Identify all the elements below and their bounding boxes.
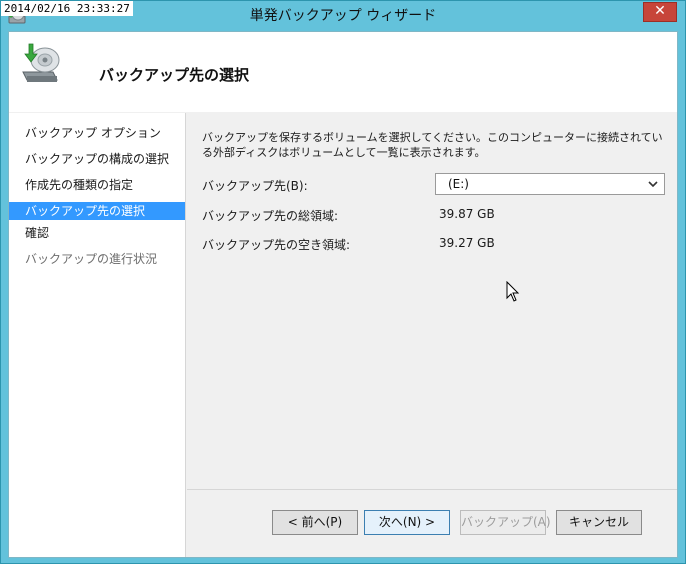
nav-item-destination-type[interactable]: 作成先の種類の指定 — [9, 176, 185, 194]
destination-label: バックアップ先(B): — [202, 179, 308, 193]
nav-item-backup-options[interactable]: バックアップ オプション — [9, 124, 185, 142]
chevron-down-icon — [648, 181, 658, 188]
page-title: バックアップ先の選択 — [99, 66, 250, 84]
nav-item-backup-progress: バックアップの進行状況 — [25, 252, 158, 266]
destination-select[interactable]: (E:) — [435, 173, 665, 195]
footer-divider — [187, 489, 677, 490]
total-space-value: 39.87 GB — [439, 207, 495, 221]
backup-button: バックアップ(A) — [460, 510, 551, 535]
title-bar[interactable]: 単発バックアップ ウィザード ✕ 2014/02/16 23:33:27 — [1, 1, 685, 31]
nav-item-backup-configuration[interactable]: バックアップの構成の選択 — [9, 150, 185, 168]
total-space-label: バックアップ先の総領域: — [202, 209, 339, 223]
destination-selected-value: (E:) — [448, 177, 469, 191]
mouse-pointer-icon — [506, 281, 520, 302]
wizard-nav: バックアップ オプション バックアップの構成の選択 作成先の種類の指定 バックア… — [9, 113, 186, 557]
nav-item-select-destination[interactable]: バックアップ先の選択 — [9, 202, 185, 220]
wizard-main: バックアップを保存するボリュームを選択してください。このコンピューターに接続され… — [187, 113, 677, 557]
back-button[interactable]: < 前へ(P) — [272, 510, 358, 535]
close-button[interactable]: ✕ — [643, 2, 677, 22]
free-space-value: 39.27 GB — [439, 236, 495, 250]
free-space-label: バックアップ先の空き領域: — [202, 238, 351, 252]
backup-drive-icon — [22, 43, 60, 82]
wizard-content: バックアップ先の選択 バックアップ オプション バックアップの構成の選択 作成先… — [8, 31, 678, 558]
next-button[interactable]: 次へ(N) > — [364, 510, 450, 535]
nav-item-confirmation[interactable]: 確認 — [9, 224, 185, 242]
description-text: バックアップを保存するボリュームを選択してください。このコンピューターに接続され… — [202, 131, 663, 159]
wizard-window: 単発バックアップ ウィザード ✕ 2014/02/16 23:33:27 バック… — [0, 0, 686, 564]
wizard-header: バックアップ先の選択 — [9, 32, 677, 112]
cancel-button[interactable]: キャンセル — [556, 510, 642, 535]
timestamp-overlay: 2014/02/16 23:33:27 — [1, 1, 133, 16]
